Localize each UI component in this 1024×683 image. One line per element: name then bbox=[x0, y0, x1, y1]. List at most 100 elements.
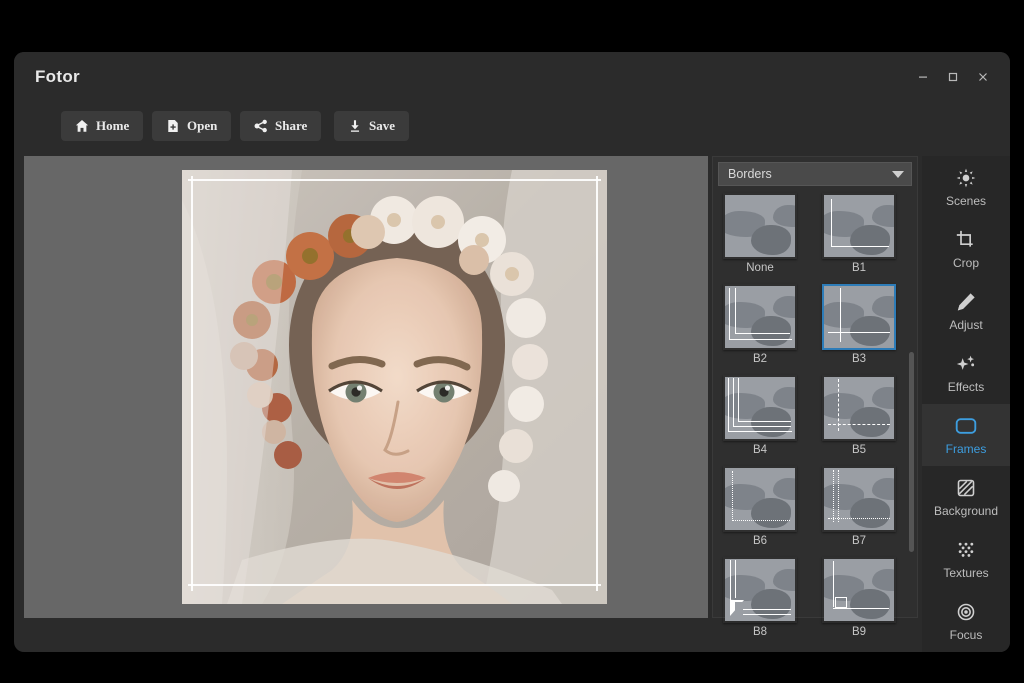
main-toolbar: Home Open Share Save bbox=[14, 104, 1010, 156]
border-label: B9 bbox=[818, 626, 900, 638]
target-icon bbox=[956, 600, 976, 624]
tool-label: Focus bbox=[950, 628, 983, 642]
tool-label: Background bbox=[934, 504, 998, 518]
tool-frames[interactable]: Frames bbox=[922, 404, 1010, 466]
border-label: B3 bbox=[818, 353, 900, 365]
border-thumb[interactable] bbox=[723, 284, 797, 350]
border-thumb[interactable] bbox=[822, 193, 896, 259]
save-button[interactable]: Save bbox=[334, 111, 409, 141]
border-item-b4[interactable]: B4 bbox=[719, 375, 801, 456]
close-button[interactable] bbox=[970, 65, 996, 89]
share-button[interactable]: Share bbox=[240, 111, 321, 141]
save-button-label: Save bbox=[369, 118, 395, 134]
app-window: Fotor Home bbox=[14, 52, 1010, 652]
tool-adjust[interactable]: Adjust bbox=[922, 280, 1010, 342]
minimize-button[interactable] bbox=[910, 65, 936, 89]
open-button-label: Open bbox=[187, 118, 217, 134]
border-item-b8[interactable]: B8 bbox=[719, 557, 801, 638]
border-pattern bbox=[725, 468, 795, 530]
download-icon bbox=[348, 119, 362, 133]
border-preview bbox=[824, 195, 894, 257]
border-item-b6[interactable]: B6 bbox=[719, 466, 801, 547]
border-pattern bbox=[824, 468, 894, 530]
border-preview bbox=[824, 286, 894, 348]
border-label: None bbox=[719, 262, 801, 274]
border-item-b5[interactable]: B5 bbox=[818, 375, 900, 456]
borders-panel: Borders None bbox=[712, 156, 918, 618]
borders-dropdown-label: Borders bbox=[728, 167, 772, 181]
tool-label: Frames bbox=[946, 442, 987, 456]
file-plus-icon bbox=[166, 119, 180, 133]
border-preview bbox=[725, 286, 795, 348]
portrait-image bbox=[182, 170, 607, 604]
open-button[interactable]: Open bbox=[152, 111, 231, 141]
border-preview bbox=[824, 468, 894, 530]
border-item-b7[interactable]: B7 bbox=[818, 466, 900, 547]
title-bar: Fotor bbox=[14, 52, 1010, 104]
tool-label: Scenes bbox=[946, 194, 986, 208]
home-icon bbox=[75, 119, 89, 133]
border-preview bbox=[725, 468, 795, 530]
pencil-icon bbox=[956, 290, 976, 314]
tool-effects[interactable]: Effects bbox=[922, 342, 1010, 404]
home-button[interactable]: Home bbox=[61, 111, 143, 141]
border-preview bbox=[824, 377, 894, 439]
border-item-none[interactable]: None bbox=[719, 193, 801, 274]
edited-photo[interactable] bbox=[182, 170, 607, 604]
borders-scrollbar[interactable] bbox=[909, 352, 914, 552]
screen: Fotor Home bbox=[0, 0, 1024, 683]
tool-label: Effects bbox=[948, 380, 984, 394]
border-thumb[interactable] bbox=[723, 466, 797, 532]
image-canvas[interactable] bbox=[24, 156, 708, 618]
sparkles-icon bbox=[956, 352, 976, 376]
border-label: B5 bbox=[818, 444, 900, 456]
border-item-b3[interactable]: B3 bbox=[818, 284, 900, 365]
border-thumb[interactable] bbox=[822, 466, 896, 532]
sun-icon bbox=[956, 166, 976, 190]
crop-icon bbox=[956, 228, 976, 252]
border-label: B1 bbox=[818, 262, 900, 274]
border-preview bbox=[725, 377, 795, 439]
frame-icon bbox=[955, 414, 977, 438]
border-pattern bbox=[824, 377, 894, 439]
border-item-b2[interactable]: B2 bbox=[719, 284, 801, 365]
window-controls bbox=[910, 65, 996, 89]
border-item-b9[interactable]: B9 bbox=[818, 557, 900, 638]
borders-dropdown[interactable]: Borders bbox=[718, 162, 912, 186]
border-thumb[interactable] bbox=[723, 375, 797, 441]
border-thumb[interactable] bbox=[822, 375, 896, 441]
tool-label: Crop bbox=[953, 256, 979, 270]
tool-background[interactable]: Background bbox=[922, 466, 1010, 528]
border-label: B2 bbox=[719, 353, 801, 365]
border-item-b1[interactable]: B1 bbox=[818, 193, 900, 274]
tool-label: Adjust bbox=[949, 318, 982, 332]
border-pattern bbox=[725, 559, 795, 621]
share-nodes-icon bbox=[254, 119, 268, 133]
border-label: B7 bbox=[818, 535, 900, 547]
border-thumb-selected[interactable] bbox=[822, 284, 896, 350]
border-thumb[interactable] bbox=[822, 557, 896, 623]
tool-crop[interactable]: Crop bbox=[922, 218, 1010, 280]
border-preview bbox=[824, 559, 894, 621]
tool-label: Textures bbox=[943, 566, 988, 580]
tool-textures[interactable]: Textures bbox=[922, 528, 1010, 590]
tool-rail: Scenes Crop Adjust bbox=[922, 156, 1010, 652]
border-thumb[interactable] bbox=[723, 557, 797, 623]
maximize-button[interactable] bbox=[940, 65, 966, 89]
border-preview bbox=[725, 195, 795, 257]
border-pattern bbox=[725, 377, 795, 439]
border-pattern bbox=[824, 559, 894, 621]
tool-scenes[interactable]: Scenes bbox=[922, 156, 1010, 218]
border-thumb[interactable] bbox=[723, 193, 797, 259]
border-preview bbox=[725, 559, 795, 621]
border-label: B8 bbox=[719, 626, 801, 638]
share-button-label: Share bbox=[275, 118, 307, 134]
border-pattern bbox=[725, 286, 795, 348]
dot-grid-icon bbox=[956, 538, 976, 562]
chevron-down-icon bbox=[892, 171, 904, 178]
border-pattern bbox=[824, 195, 894, 257]
border-label: B4 bbox=[719, 444, 801, 456]
tool-focus[interactable]: Focus bbox=[922, 590, 1010, 652]
border-label: B6 bbox=[719, 535, 801, 547]
hatch-square-icon bbox=[956, 476, 976, 500]
